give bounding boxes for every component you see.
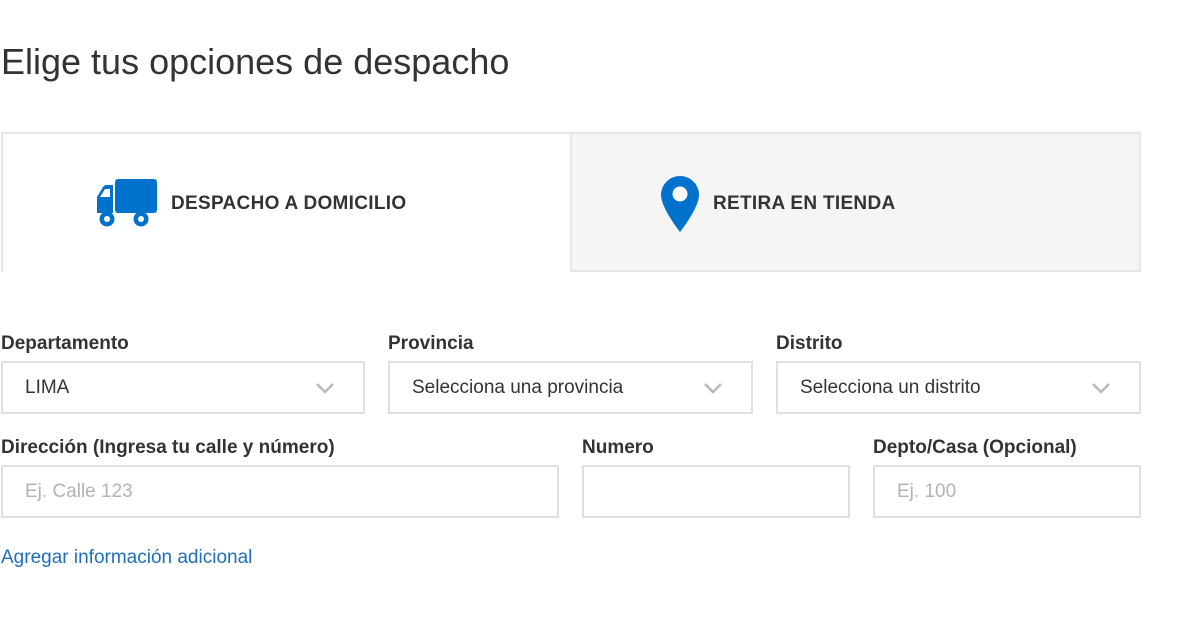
numero-input[interactable] (582, 465, 850, 518)
tab-store-pickup[interactable]: RETIRA EN TIENDA (572, 132, 1141, 272)
chevron-down-icon (316, 383, 334, 394)
numero-field: Numero (582, 436, 850, 518)
departamento-label: Departamento (1, 333, 129, 354)
provincia-label: Provincia (388, 333, 474, 354)
provincia-value: Selecciona una provincia (412, 377, 624, 398)
provincia-field: Provincia Selecciona una provincia (388, 332, 753, 414)
page-title: Elige tus opciones de despacho (1, 41, 510, 82)
distrito-field: Distrito Selecciona un distrito (776, 332, 1141, 414)
chevron-down-icon (704, 383, 722, 394)
depto-input[interactable]: Ej. 100 (873, 465, 1141, 518)
depto-label: Depto/Casa (Opcional) (873, 437, 1077, 458)
truck-icon (97, 179, 157, 227)
tab-store-pickup-label: RETIRA EN TIENDA (713, 193, 896, 214)
departamento-field: Departamento LIMA (1, 332, 365, 414)
depto-field: Depto/Casa (Opcional) Ej. 100 (873, 436, 1141, 518)
provincia-select[interactable]: Selecciona una provincia (388, 361, 753, 414)
departamento-value: LIMA (25, 377, 70, 398)
direccion-label: Dirección (Ingresa tu calle y número) (1, 437, 335, 458)
location-pin-icon (661, 176, 699, 232)
tab-home-delivery-label: DESPACHO A DOMICILIO (171, 193, 407, 214)
distrito-value: Selecciona un distrito (800, 377, 981, 398)
chevron-down-icon (1092, 383, 1110, 394)
direccion-input[interactable]: Ej. Calle 123 (1, 465, 559, 518)
departamento-select[interactable]: LIMA (1, 361, 365, 414)
shipping-method-tabs: DESPACHO A DOMICILIO RETIRA EN TIENDA (1, 132, 1141, 272)
direccion-placeholder: Ej. Calle 123 (25, 481, 133, 502)
numero-label: Numero (582, 437, 654, 458)
distrito-select[interactable]: Selecciona un distrito (776, 361, 1141, 414)
tab-home-delivery[interactable]: DESPACHO A DOMICILIO (1, 132, 572, 272)
depto-placeholder: Ej. 100 (897, 481, 957, 502)
shipping-options-page: Elige tus opciones de despacho DESPACHO … (0, 0, 1195, 629)
add-additional-info-link[interactable]: Agregar información adicional (1, 546, 252, 570)
direccion-field: Dirección (Ingresa tu calle y número) Ej… (1, 436, 559, 518)
distrito-label: Distrito (776, 333, 843, 354)
